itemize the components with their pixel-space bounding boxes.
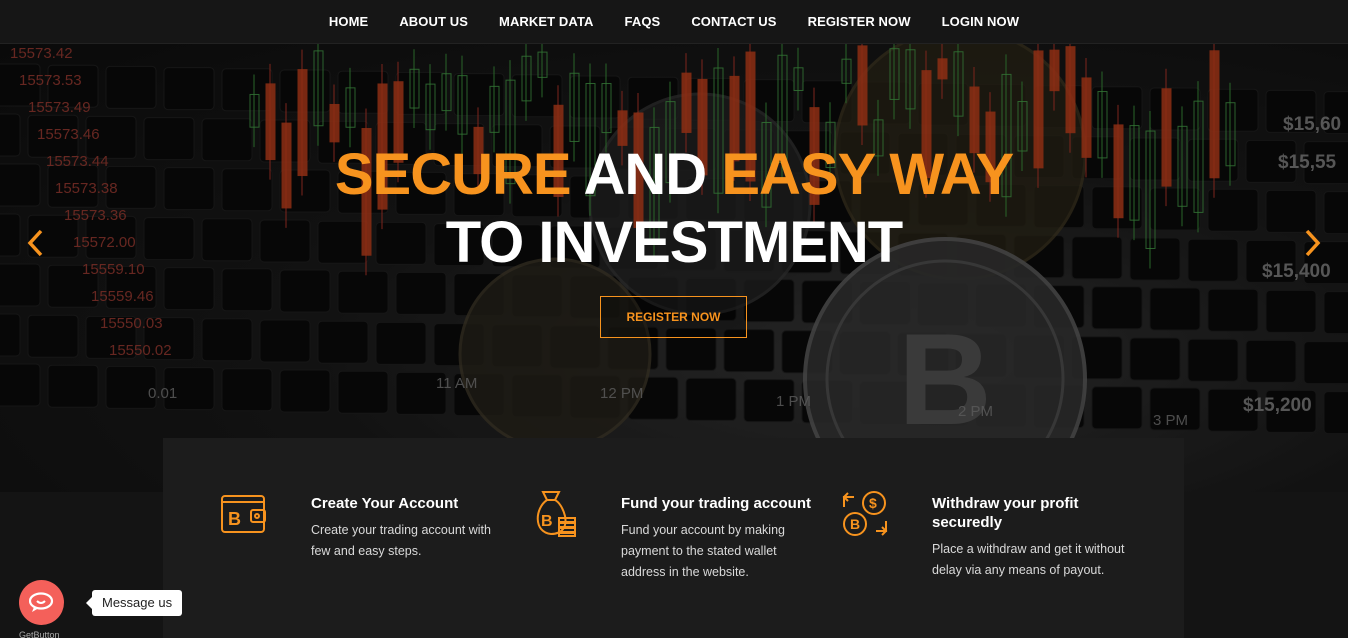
- hero-headline-line1: SECURE AND EASY WAY: [0, 146, 1348, 204]
- hero-slider: B 15573.42 15573.53 15573.49 15573.46 15573.…: [0, 44, 1348, 492]
- slider-prev-arrow-icon[interactable]: [24, 228, 48, 258]
- feature-desc-line: payment to the stated wallet: [621, 544, 777, 558]
- feature-title-line: Withdraw your profit: [932, 495, 1079, 512]
- message-us-button[interactable]: [19, 580, 64, 625]
- feature-desc-create-account: Create your trading account with few and…: [311, 520, 491, 562]
- nav-home[interactable]: HOME: [329, 14, 368, 29]
- nav-about-us[interactable]: ABOUT US: [399, 14, 468, 29]
- feature-desc-line: address in the website.: [621, 565, 749, 579]
- feature-desc-withdraw: Place a withdraw and get it without dela…: [932, 539, 1124, 581]
- feature-desc-line: Create your trading account with: [311, 523, 491, 537]
- feature-title-create-account: Create Your Account: [311, 495, 459, 512]
- features-panel: B Create Your Account Create your tradin…: [163, 438, 1184, 638]
- hero-headline-line2: TO INVESTMENT: [445, 210, 903, 275]
- svg-text:B: B: [850, 516, 860, 532]
- svg-text:B: B: [541, 513, 553, 530]
- wallet-bitcoin-icon: B: [219, 490, 269, 540]
- feature-desc-line: few and easy steps.: [311, 544, 422, 558]
- headline-easy-way: EASY WAY: [721, 142, 1014, 207]
- feature-desc-line: Fund your account by making: [621, 523, 785, 537]
- headline-secure: SECURE: [334, 142, 572, 207]
- svg-text:B: B: [228, 509, 241, 529]
- feature-desc-line: Place a withdraw and get it without: [932, 542, 1125, 556]
- nav-faqs[interactable]: FAQS: [625, 14, 661, 29]
- top-navigation: HOME ABOUT US MARKET DATA FAQS CONTACT U…: [0, 0, 1348, 44]
- money-bag-bitcoin-icon: B: [529, 488, 579, 538]
- nav-contact-us[interactable]: CONTACT US: [691, 14, 776, 29]
- nav-login-now[interactable]: LOGIN NOW: [942, 14, 1019, 29]
- feature-desc-line: delay via any means of payout.: [932, 563, 1105, 577]
- getbutton-brand: GetButton: [19, 630, 60, 638]
- hero-register-button[interactable]: REGISTER NOW: [600, 296, 747, 338]
- slider-next-arrow-icon[interactable]: [1300, 228, 1324, 258]
- feature-title-withdraw: Withdraw your profit securedly: [932, 494, 1079, 532]
- message-us-label[interactable]: Message us: [85, 590, 183, 616]
- svg-text:$: $: [869, 495, 877, 511]
- feature-title-fund-account: Fund your trading account: [621, 495, 811, 512]
- nav-market-data[interactable]: MARKET DATA: [499, 14, 594, 29]
- exchange-bitcoin-dollar-icon: $ B: [840, 489, 890, 539]
- feature-desc-fund-account: Fund your account by making payment to t…: [621, 520, 785, 583]
- headline-and: AND: [583, 142, 708, 207]
- chat-bubble-icon: [28, 591, 53, 612]
- feature-title-line: securedly: [932, 514, 1003, 531]
- nav-register-now[interactable]: REGISTER NOW: [808, 14, 911, 29]
